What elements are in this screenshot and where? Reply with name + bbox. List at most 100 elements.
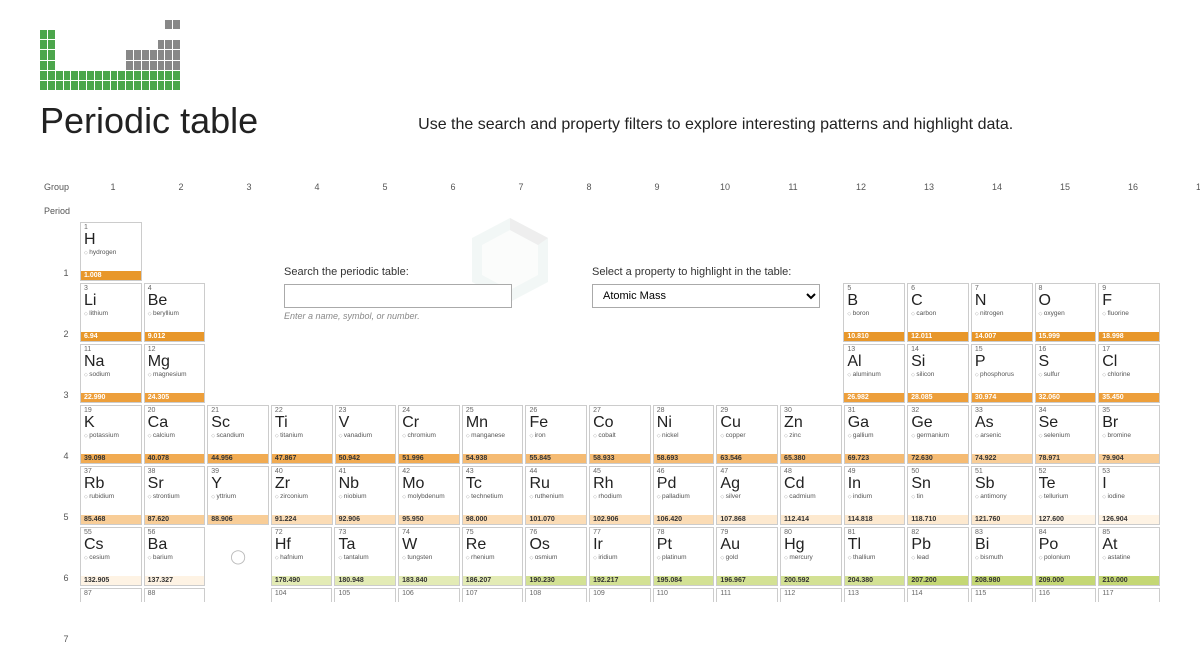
element-cell-S[interactable]: 16Ssulfur32.060 (1035, 344, 1097, 403)
element-cell-Cu[interactable]: 29Cucopper63.546 (716, 405, 778, 464)
element-cell-I[interactable]: 53Iiodine126.904 (1098, 466, 1160, 525)
element-cell-partial[interactable]: 109 (589, 588, 651, 602)
element-cell-Hf[interactable]: 72Hfhafnium178.490 (271, 527, 333, 586)
element-name: ruthenium (526, 493, 586, 500)
element-cell-Zn[interactable]: 30Znzinc65.380 (780, 405, 842, 464)
element-cell-Al[interactable]: 13Alaluminum26.982 (843, 344, 905, 403)
element-cell-Hg[interactable]: 80Hgmercury200.592 (780, 527, 842, 586)
element-cell-Si[interactable]: 14Sisilicon28.085 (907, 344, 969, 403)
element-cell-Sn[interactable]: 50Sntin118.710 (907, 466, 969, 525)
element-symbol: Zn (781, 414, 841, 432)
atomic-number: 110 (654, 589, 714, 597)
element-cell-Po[interactable]: 84Popolonium209.000 (1035, 527, 1097, 586)
element-cell-Ge[interactable]: 32Gegermanium72.630 (907, 405, 969, 464)
element-cell-partial[interactable]: 117 (1098, 588, 1160, 602)
element-cell-Pd[interactable]: 46Pdpalladium106.420 (653, 466, 715, 525)
periodic-table: 1234567 Search the periodic table: Enter… (80, 222, 1160, 602)
element-cell-partial[interactable]: 111 (716, 588, 778, 602)
property-select[interactable]: Atomic Mass (592, 284, 820, 308)
element-cell-partial[interactable]: 115 (971, 588, 1033, 602)
element-cell-Sc[interactable]: 21Scscandium44.956 (207, 405, 269, 464)
element-cell-Ca[interactable]: 20Cacalcium40.078 (144, 405, 206, 464)
element-cell-Ta[interactable]: 73Tatantalum180.948 (334, 527, 396, 586)
element-cell-Cd[interactable]: 48Cdcadmium112.414 (780, 466, 842, 525)
element-cell-partial[interactable]: 110 (653, 588, 715, 602)
element-cell-W[interactable]: 74Wtungsten183.840 (398, 527, 460, 586)
element-cell-partial[interactable]: 88 (144, 588, 206, 602)
element-cell-As[interactable]: 33Asarsenic74.922 (971, 405, 1033, 464)
element-cell-N[interactable]: 7Nnitrogen14.007 (971, 283, 1033, 342)
element-cell-C[interactable]: 6Ccarbon12.011 (907, 283, 969, 342)
element-cell-B[interactable]: 5Bboron10.810 (843, 283, 905, 342)
element-symbol: P (972, 353, 1032, 371)
element-cell-O[interactable]: 8Ooxygen15.999 (1035, 283, 1097, 342)
element-cell-Bi[interactable]: 83Bibismuth208.980 (971, 527, 1033, 586)
element-cell-Cs[interactable]: 55Cscesium132.905 (80, 527, 142, 586)
element-cell-Cl[interactable]: 17Clchlorine35.450 (1098, 344, 1160, 403)
element-cell-Sb[interactable]: 51Sbantimony121.760 (971, 466, 1033, 525)
element-cell-P[interactable]: 15Pphosphorus30.974 (971, 344, 1033, 403)
element-cell-partial[interactable]: 116 (1035, 588, 1097, 602)
element-cell-Na[interactable]: 11Nasodium22.990 (80, 344, 142, 403)
element-cell-partial[interactable]: 104 (271, 588, 333, 602)
element-cell-Ni[interactable]: 28Ninickel58.693 (653, 405, 715, 464)
atomic-number: 19 (81, 406, 141, 414)
element-cell-K[interactable]: 19Kpotassium39.098 (80, 405, 142, 464)
element-value: 58.933 (590, 454, 650, 463)
element-name: silicon (908, 371, 968, 378)
element-symbol: Po (1036, 536, 1096, 554)
element-cell-partial[interactable]: 112 (780, 588, 842, 602)
group-number: 5 (352, 182, 418, 192)
element-value: 210.000 (1099, 576, 1159, 585)
element-cell-Nb[interactable]: 41Nbniobium92.906 (335, 466, 397, 525)
element-cell-Y[interactable]: 39Yyttrium88.906 (207, 466, 269, 525)
element-cell-H[interactable]: 1Hhydrogen1.008 (80, 222, 142, 281)
element-value: 74.922 (972, 454, 1032, 463)
element-cell-Pt[interactable]: 78Ptplatinum195.084 (653, 527, 715, 586)
element-cell-partial[interactable]: 106 (398, 588, 460, 602)
element-cell-Au[interactable]: 79Augold196.967 (716, 527, 778, 586)
element-cell-Mg[interactable]: 12Mgmagnesium24.305 (144, 344, 206, 403)
element-cell-Fe[interactable]: 26Feiron55.845 (525, 405, 587, 464)
element-cell-Ti[interactable]: 22Tititanium47.867 (271, 405, 333, 464)
element-cell-Pb[interactable]: 82Pblead207.200 (907, 527, 969, 586)
element-cell-partial[interactable]: 108 (525, 588, 587, 602)
element-cell-Re[interactable]: 75Rerhenium186.207 (462, 527, 524, 586)
element-cell-partial[interactable]: 87 (80, 588, 142, 602)
element-cell-Sr[interactable]: 38Srstrontium87.620 (144, 466, 206, 525)
element-cell-Ga[interactable]: 31Gagallium69.723 (844, 405, 906, 464)
element-cell-Tc[interactable]: 43Tctechnetium98.000 (462, 466, 524, 525)
element-cell-Be[interactable]: 4Beberyllium9.012 (144, 283, 206, 342)
element-cell-Te[interactable]: 52Tetellurium127.600 (1035, 466, 1097, 525)
element-cell-Co[interactable]: 27Cocobalt58.933 (589, 405, 651, 464)
element-cell-Rh[interactable]: 45Rhrhodium102.906 (589, 466, 651, 525)
element-cell-Ag[interactable]: 47Agsilver107.868 (716, 466, 778, 525)
atomic-number: 5 (844, 284, 904, 292)
element-cell-Se[interactable]: 34Seselenium78.971 (1035, 405, 1097, 464)
element-cell-Br[interactable]: 35Brbromine79.904 (1098, 405, 1160, 464)
element-cell-F[interactable]: 9Ffluorine18.998 (1098, 283, 1160, 342)
element-cell-Os[interactable]: 76Ososmium190.230 (525, 527, 587, 586)
element-cell-Ir[interactable]: 77Iriridium192.217 (589, 527, 651, 586)
element-cell-partial[interactable]: 107 (462, 588, 524, 602)
element-cell-partial[interactable]: 113 (844, 588, 906, 602)
atomic-number: 32 (908, 406, 968, 414)
element-name: hydrogen (81, 249, 141, 256)
element-cell-Cr[interactable]: 24Crchromium51.996 (398, 405, 460, 464)
element-cell-Ba[interactable]: 56Babarium137.327 (144, 527, 206, 586)
element-cell-Li[interactable]: 3Lilithium6.94 (80, 283, 142, 342)
element-cell-At[interactable]: 85Atastatine210.000 (1098, 527, 1160, 586)
atomic-number: 45 (590, 467, 650, 475)
element-cell-Ru[interactable]: 44Ruruthenium101.070 (525, 466, 587, 525)
element-cell-partial[interactable]: 114 (907, 588, 969, 602)
element-cell-V[interactable]: 23Vvanadium50.942 (335, 405, 397, 464)
element-cell-Mn[interactable]: 25Mnmanganese54.938 (462, 405, 524, 464)
element-cell-Tl[interactable]: 81Tlthallium204.380 (844, 527, 906, 586)
element-cell-partial[interactable]: 105 (334, 588, 396, 602)
element-cell-Rb[interactable]: 37Rbrubidium85.468 (80, 466, 142, 525)
element-cell-In[interactable]: 49Inindium114.818 (844, 466, 906, 525)
element-name: antimony (972, 493, 1032, 500)
element-cell-Zr[interactable]: 40Zrzirconium91.224 (271, 466, 333, 525)
search-input[interactable] (284, 284, 512, 308)
element-cell-Mo[interactable]: 42Momolybdenum95.950 (398, 466, 460, 525)
